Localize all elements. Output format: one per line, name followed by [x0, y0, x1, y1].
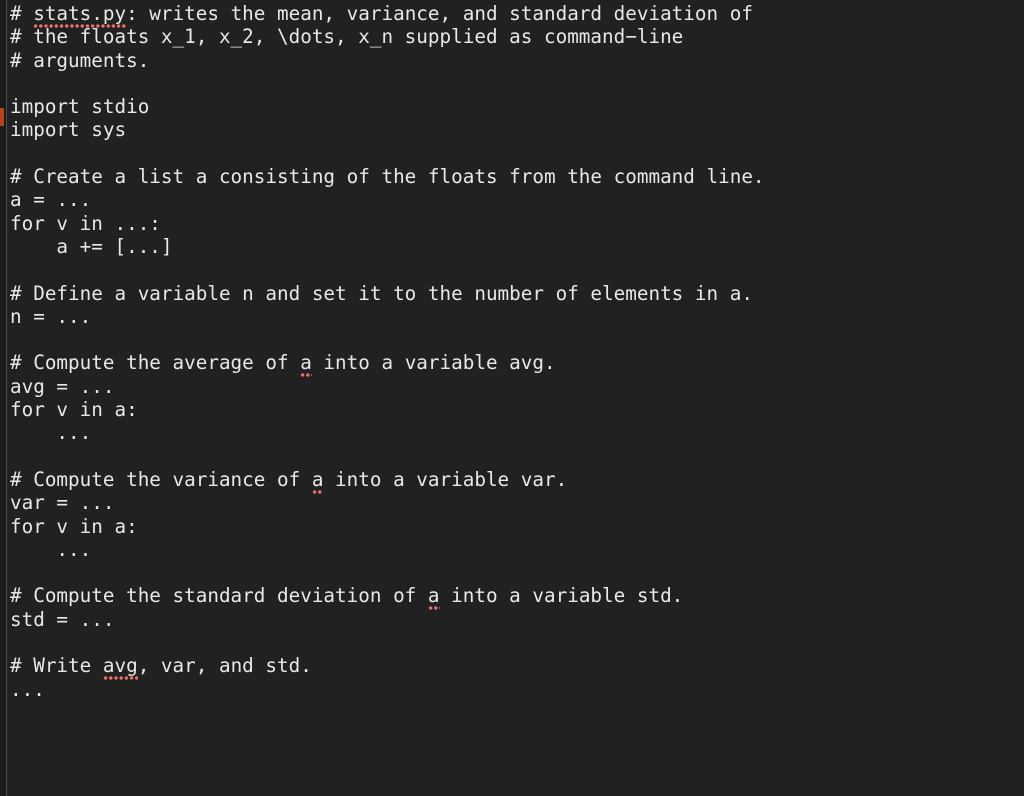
code-line[interactable]: # Compute the average of a into a variab…: [7, 351, 1024, 379]
code-text: # Compute the average of: [10, 351, 301, 375]
code-line[interactable]: # stats.py: writes the mean, variance, a…: [7, 2, 1024, 29]
code-line[interactable]: # Define a variable n and set it to the …: [7, 282, 1024, 305]
code-text: : writes the mean, variance, and standar…: [126, 2, 753, 25]
code-line[interactable]: for v in a:: [7, 398, 1024, 421]
code-text: ...: [10, 677, 45, 701]
code-text: , var, and std.: [137, 654, 312, 678]
code-line[interactable]: # Write avg, var, and std.: [7, 654, 1024, 682]
code-text: a = ...: [10, 188, 92, 212]
code-text: # arguments.: [10, 48, 150, 72]
code-text: into a variable var.: [323, 467, 568, 491]
code-line[interactable]: ...: [7, 421, 1024, 444]
code-line[interactable]: # arguments.: [7, 49, 1024, 72]
code-line[interactable]: # Create a list a consisting of the floa…: [7, 165, 1024, 188]
code-line[interactable]: var = ...: [7, 491, 1024, 514]
code-line[interactable]: std = ...: [7, 608, 1024, 631]
code-text: ...: [10, 421, 92, 445]
code-text: a += [...]: [10, 234, 173, 258]
change-marker[interactable]: [0, 108, 4, 126]
code-text: #: [10, 2, 34, 25]
code-line[interactable]: import stdio: [7, 95, 1024, 118]
code-text: std = ...: [10, 607, 115, 631]
code-line[interactable]: a += [...]: [7, 235, 1024, 258]
code-text: import stdio: [10, 95, 150, 119]
code-editor-window: # stats.py: writes the mean, variance, a…: [0, 0, 1024, 796]
code-text: for v in a:: [10, 514, 138, 538]
code-line[interactable]: avg = ...: [7, 375, 1024, 398]
code-line[interactable]: [7, 561, 1024, 584]
code-text: into a variable avg.: [311, 351, 556, 375]
code-line[interactable]: [7, 258, 1024, 281]
code-text: n = ...: [10, 304, 92, 328]
code-text: # Write: [10, 654, 103, 678]
code-text: avg = ...: [10, 374, 115, 398]
code-text: # Create a list a consisting of the floa…: [10, 165, 765, 189]
code-text: into a variable std.: [439, 584, 684, 608]
code-line[interactable]: [7, 328, 1024, 351]
code-text: for v in ...:: [10, 211, 161, 235]
code-text: # Compute the variance of: [10, 467, 312, 491]
code-text: import sys: [10, 118, 127, 142]
code-line[interactable]: # Compute the variance of a into a varia…: [7, 467, 1024, 495]
code-text: # Compute the standard deviation of: [10, 584, 428, 608]
code-line[interactable]: [7, 631, 1024, 654]
code-text: for v in a:: [10, 398, 138, 422]
code-line[interactable]: # the floats x_1, x_2, \dots, x_n suppli…: [7, 25, 1024, 48]
code-line[interactable]: ...: [7, 538, 1024, 561]
code-text: # Define a variable n and set it to the …: [10, 281, 753, 305]
code-line[interactable]: import sys: [7, 118, 1024, 141]
editor-gutter[interactable]: [0, 0, 7, 796]
code-text-area[interactable]: # stats.py: writes the mean, variance, a…: [7, 0, 1024, 796]
code-line[interactable]: for v in a:: [7, 515, 1024, 538]
code-line[interactable]: n = ...: [7, 305, 1024, 328]
code-line[interactable]: [7, 72, 1024, 95]
code-line[interactable]: ...: [7, 678, 1024, 701]
code-text: # the floats x_1, x_2, \dots, x_n suppli…: [10, 25, 684, 49]
code-line[interactable]: for v in ...:: [7, 212, 1024, 235]
code-line[interactable]: [7, 142, 1024, 165]
code-line[interactable]: # Compute the standard deviation of a in…: [7, 584, 1024, 612]
code-text: ...: [10, 537, 92, 561]
code-text: var = ...: [10, 491, 115, 515]
code-line[interactable]: a = ...: [7, 188, 1024, 211]
code-line[interactable]: [7, 445, 1024, 468]
